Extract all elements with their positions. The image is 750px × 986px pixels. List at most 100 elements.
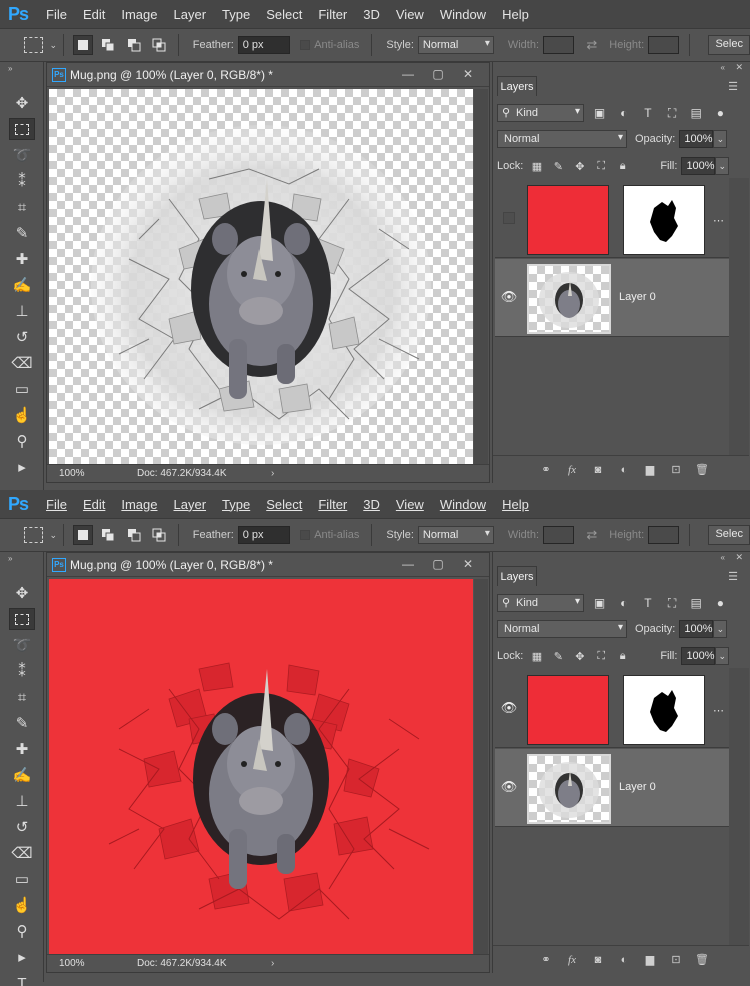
intersect-selection-icon[interactable] (149, 525, 168, 545)
mask-icon[interactable]: ◙ (589, 461, 607, 479)
eyedropper-icon[interactable]: ✎ (9, 712, 35, 734)
collapse-icon[interactable]: » (8, 554, 12, 563)
menu-window[interactable]: Window (440, 497, 486, 512)
menu-file[interactable]: File (46, 497, 67, 512)
subtract-selection-icon[interactable] (124, 35, 143, 55)
layers-scrollbar[interactable] (729, 178, 749, 456)
menu-image[interactable]: Image (121, 497, 157, 512)
panel-menu-icon[interactable]: ☰ (728, 570, 738, 583)
adjustment-icon[interactable]: ◐ (615, 461, 633, 479)
brush-icon[interactable]: ✍ (9, 764, 35, 786)
filter-kind-select[interactable]: ⚲ Kind (497, 594, 585, 612)
feather-input[interactable]: 0 px (237, 526, 291, 544)
layer-row-layer0[interactable]: 👁︎ Layer 0 (495, 749, 729, 827)
menu-edit[interactable]: Edit (83, 7, 105, 22)
chevron-down-icon[interactable]: ⌄ (49, 530, 57, 541)
lock-transparent-icon[interactable]: ▦ (529, 648, 544, 664)
menu-help[interactable]: Help (502, 7, 529, 22)
marquee-preset-icon[interactable] (24, 37, 44, 53)
image-filter-icon[interactable]: ▣ (591, 104, 608, 122)
layers-scrollbar[interactable] (729, 668, 749, 946)
shape-filter-icon[interactable]: ⛶ (663, 104, 680, 122)
new-selection-icon[interactable] (73, 525, 93, 545)
antialias-checkbox[interactable] (300, 40, 311, 50)
height-input[interactable] (648, 526, 680, 544)
menu-view[interactable]: View (396, 497, 424, 512)
trash-icon[interactable]: 🗑︎ (693, 461, 711, 479)
stamp-icon[interactable]: ⊥ (9, 790, 35, 812)
adjustment-filter-icon[interactable]: ◐ (615, 594, 632, 612)
menu-file[interactable]: File (46, 7, 67, 22)
collapse-icon[interactable]: » (8, 64, 12, 73)
menu-3d[interactable]: 3D (363, 497, 380, 512)
lasso-icon[interactable]: ➰ (9, 144, 35, 166)
menu-help[interactable]: Help (502, 497, 529, 512)
color-fill-thumbnail[interactable] (527, 185, 609, 255)
filter-toggle-icon[interactable]: ● (712, 594, 729, 612)
lock-transparent-icon[interactable]: ▦ (529, 158, 544, 174)
smudge-icon[interactable]: ☝ (9, 894, 35, 916)
panel-menu-icon[interactable]: ☰ (728, 80, 738, 93)
smudge-icon[interactable]: ☝ (9, 404, 35, 426)
intersect-selection-icon[interactable] (149, 35, 168, 55)
type-icon[interactable]: T (9, 972, 35, 986)
close-panel-icon[interactable]: ✕ (735, 552, 743, 563)
lock-image-icon[interactable]: ✎ (551, 648, 566, 664)
layer-row-color-fill[interactable]: ⋯ (495, 180, 729, 258)
move-icon[interactable]: ✥ (9, 582, 35, 604)
opacity-input[interactable]: 100% (679, 130, 714, 148)
folder-icon[interactable]: ▆ (641, 951, 659, 969)
shape-filter-icon[interactable]: ⛶ (663, 594, 680, 612)
blend-mode-select[interactable]: Normal (497, 130, 627, 148)
fx-icon[interactable]: fx (563, 461, 581, 479)
subtract-selection-icon[interactable] (124, 525, 143, 545)
link-icon[interactable]: ⚭ (537, 461, 555, 479)
layer0-thumbnail[interactable] (527, 754, 611, 824)
tab-layers[interactable]: Layers (497, 76, 537, 96)
layer0-thumbnail[interactable] (527, 264, 611, 334)
magic-wand-icon[interactable]: ⁑ (9, 170, 35, 192)
maximize-icon[interactable]: ▢ (423, 555, 453, 573)
lock-all-icon[interactable]: 🔒︎ (615, 648, 630, 664)
fx-icon[interactable]: fx (563, 951, 581, 969)
feather-input[interactable]: 0 px (237, 36, 291, 54)
zoom-level[interactable]: 100% (59, 958, 129, 969)
maximize-icon[interactable]: ▢ (423, 65, 453, 83)
marquee-preset-icon[interactable] (24, 527, 44, 543)
blend-mode-select[interactable]: Normal (497, 620, 627, 638)
menu-window[interactable]: Window (440, 7, 486, 22)
dodge-icon[interactable]: ⚲ (9, 430, 35, 452)
eye-icon[interactable]: 👁︎ (501, 289, 518, 305)
fill-input[interactable]: 100% (681, 647, 716, 665)
gradient-icon[interactable]: ▭ (9, 378, 35, 400)
lock-position-icon[interactable]: ✥ (572, 648, 587, 664)
path-select-icon[interactable]: ▸ (9, 946, 35, 968)
adjustment-icon[interactable]: ◐ (615, 951, 633, 969)
more-icon[interactable]: ⋯ (713, 214, 724, 227)
type-filter-icon[interactable]: T (639, 104, 656, 122)
trash-icon[interactable]: 🗑︎ (693, 951, 711, 969)
menu-select[interactable]: Select (266, 7, 302, 22)
lock-all-icon[interactable]: 🔒︎ (615, 158, 630, 174)
chevron-down-icon[interactable]: ⌄ (715, 647, 729, 665)
eye-icon[interactable]: 👁︎ (501, 779, 518, 795)
layer-mask-thumbnail[interactable] (623, 185, 705, 255)
lasso-icon[interactable]: ➰ (9, 634, 35, 656)
document-tab[interactable]: Ps Mug.png @ 100% (Layer 0, RGB/8*) * — … (47, 63, 489, 87)
style-select[interactable]: Normal (417, 36, 494, 54)
link-icon[interactable]: ⚭ (537, 951, 555, 969)
gradient-icon[interactable]: ▭ (9, 868, 35, 890)
new-layer-icon[interactable]: ⊡ (667, 951, 685, 969)
smart-object-filter-icon[interactable]: ▤ (688, 104, 705, 122)
adjustment-filter-icon[interactable]: ◐ (615, 104, 632, 122)
chevron-down-icon[interactable]: ⌄ (49, 40, 57, 51)
canvas[interactable] (49, 89, 473, 465)
stamp-icon[interactable]: ⊥ (9, 300, 35, 322)
menu-layer[interactable]: Layer (174, 497, 207, 512)
menu-3d[interactable]: 3D (363, 7, 380, 22)
menu-filter[interactable]: Filter (318, 497, 347, 512)
collapse-panel-icon[interactable]: « (721, 63, 725, 72)
eye-icon[interactable]: 👁︎ (501, 700, 518, 716)
eraser-icon[interactable]: ⌫ (9, 842, 35, 864)
opacity-input[interactable]: 100% (679, 620, 714, 638)
